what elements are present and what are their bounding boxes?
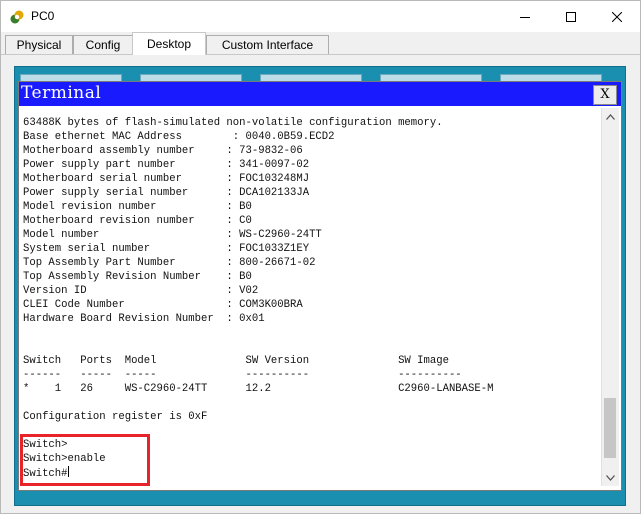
terminal-output[interactable]: 63488K bytes of flash-simulated non-vola… [23, 116, 598, 488]
terminal-line: Switch Ports Model SW Version SW Image [23, 355, 449, 367]
scrollbar-thumb[interactable] [604, 398, 616, 458]
terminal-line: * 1 26 WS-C2960-24TT 12.2 C2960-LANBASE-… [23, 383, 494, 395]
terminal-line: Model revision number : B0 [23, 201, 252, 213]
terminal-line: Top Assembly Revision Number : B0 [23, 271, 252, 283]
terminal-header: Terminal X [19, 82, 621, 106]
window-title: PC0 [31, 9, 55, 23]
terminal-close-button[interactable]: X [593, 85, 617, 105]
terminal-line: Power supply part number : 341-0097-02 [23, 159, 310, 171]
terminal-scrollbar[interactable] [601, 108, 619, 486]
minimize-icon [520, 16, 530, 18]
terminal-line: Hardware Board Revision Number : 0x01 [23, 313, 265, 325]
terminal-line: Version ID : V02 [23, 285, 259, 297]
terminal-line: CLEI Code Number : COM3K00BRA [23, 299, 303, 311]
minimize-button[interactable] [502, 1, 548, 32]
close-window-button[interactable] [594, 1, 640, 32]
close-icon [612, 11, 622, 22]
terminal-line: Motherboard serial number : FOC103248MJ [23, 173, 310, 185]
terminal-line: 63488K bytes of flash-simulated non-vola… [23, 117, 443, 129]
tab-config[interactable]: Config [73, 35, 133, 54]
chevron-up-icon [606, 113, 615, 120]
title-bar[interactable]: PC0 [1, 1, 640, 32]
tab-bar: Physical Config Desktop Custom Interface [1, 32, 640, 55]
terminal-window: Terminal X 63488K bytes of flash-simulat… [18, 81, 622, 491]
terminal-line: ------ ----- ----- ---------- ---------- [23, 369, 462, 381]
terminal-line: Top Assembly Part Number : 800-26671-02 [23, 257, 316, 269]
chevron-down-icon [606, 474, 615, 481]
highlight-box [20, 434, 150, 486]
terminal-line: Model number : WS-C2960-24TT [23, 229, 322, 241]
packet-tracer-pc-icon [10, 10, 24, 24]
terminal-line: Motherboard revision number : C0 [23, 215, 252, 227]
terminal-line: Configuration register is 0xF [23, 411, 208, 423]
terminal-line: Base ethernet MAC Address : 0040.0B59.EC… [23, 131, 335, 143]
tab-physical[interactable]: Physical [5, 35, 73, 54]
terminal-line: Motherboard assembly number : 73-9832-06 [23, 145, 303, 157]
maximize-icon [566, 11, 576, 22]
terminal-title: Terminal [21, 83, 102, 103]
scroll-down-button[interactable] [602, 469, 619, 486]
terminal-line: Power supply serial number : DCA102133JA [23, 187, 310, 199]
maximize-button[interactable] [548, 1, 594, 32]
tab-custom-interface[interactable]: Custom Interface [206, 35, 329, 54]
tab-desktop[interactable]: Desktop [132, 32, 206, 55]
terminal-line: System serial number : FOC1033Z1EY [23, 243, 310, 255]
scroll-up-button[interactable] [602, 108, 619, 125]
